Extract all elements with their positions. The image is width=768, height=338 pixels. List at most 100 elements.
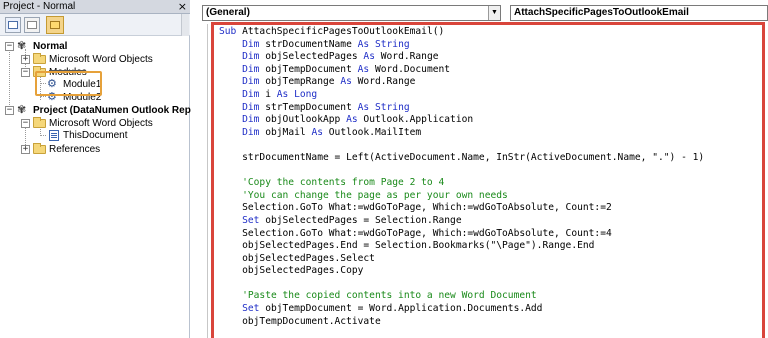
code-keyword: As String [357, 101, 410, 113]
code-line[interactable]: Sub AttachSpecificPagesToOutlookEmail() [219, 26, 704, 39]
code-token: objSelectedPages [265, 51, 364, 63]
code-keyword: As [340, 76, 358, 88]
tree-label: Microsoft Word Objects [49, 54, 153, 65]
code-token: objSelectedPages.Copy [219, 265, 364, 277]
code-token: i [265, 88, 277, 100]
code-keyword: Dim [219, 114, 266, 126]
code-token: objTempRange [265, 76, 341, 88]
code-token: strDocumentName [265, 38, 358, 50]
code-keyword: Dim [219, 88, 266, 100]
code-line[interactable]: Dim objOutlookApp As Outlook.Application [219, 114, 704, 127]
code-line[interactable]: Dim objTempDocument As Word.Document [219, 64, 704, 77]
code-line[interactable]: Selection.GoTo What:=wdGoToPage, Which:=… [219, 202, 704, 215]
code-line[interactable]: Set objSelectedPages = Selection.Range [219, 215, 704, 228]
code-line[interactable]: Dim i As Long [219, 89, 704, 102]
code-line[interactable]: Selection.GoTo What:=wdGoToPage, Which:=… [219, 228, 704, 241]
code-token: objSelectedPages = Selection.Range [265, 214, 462, 226]
code-token: objSelectedPages.End = Selection.Bookmar… [219, 240, 595, 252]
close-icon[interactable]: × [178, 0, 187, 14]
code-line[interactable]: Dim objMail As Outlook.MailItem [219, 127, 704, 140]
chevron-down-icon[interactable]: ▼ [488, 6, 500, 20]
folder-icon [33, 143, 46, 154]
procedure-dropdown[interactable]: AttachSpecificPagesToOutlookEmail [510, 5, 768, 21]
code-line[interactable]: 'You can change the page as per your own… [219, 190, 704, 203]
code-line[interactable] [219, 139, 704, 152]
project-pane-title: Project - Normal [3, 1, 76, 12]
code-token: Outlook.MailItem [328, 126, 422, 138]
code-comment: 'You can change the page as per your own… [219, 189, 508, 201]
code-keyword: As String [357, 38, 410, 50]
view-code-icon[interactable] [5, 17, 21, 33]
project-pane-toolbar [0, 14, 190, 36]
collapse-icon[interactable]: − [21, 119, 30, 128]
code-line[interactable]: objSelectedPages.End = Selection.Bookmar… [219, 240, 704, 253]
code-keyword: Dim [219, 76, 266, 88]
tree-label: ThisDocument [63, 130, 128, 141]
expand-icon[interactable]: + [21, 145, 30, 154]
code-line[interactable] [219, 278, 704, 291]
code-window: (General) ▼ AttachSpecificPagesToOutlook… [197, 0, 768, 338]
toolbar-scrollbar[interactable] [181, 14, 189, 36]
code-line[interactable]: 'Paste the copied contents into a new Wo… [219, 290, 704, 303]
code-line[interactable]: objSelectedPages.Select [219, 253, 704, 266]
code-line[interactable]: Set objTempDocument = Word.Application.D… [219, 303, 704, 316]
code-token: Selection.GoTo What:=wdGoToPage, Which:=… [219, 227, 612, 239]
code-line[interactable]: Dim objTempRange As Word.Range [219, 76, 704, 89]
code-line[interactable]: objTempDocument.Activate [219, 316, 704, 329]
modules-strikethrough [49, 70, 85, 71]
code-token: objTempDocument [265, 63, 358, 75]
code-token: objMail [265, 126, 312, 138]
code-line[interactable]: 'Copy the contents from Page 2 to 4 [219, 177, 704, 190]
tree-label: References [49, 144, 101, 155]
code-token: strTempDocument [265, 101, 358, 113]
tree-node-project2[interactable]: − ✾ Project (DataNumen Outlook Rep [0, 103, 191, 117]
code-line[interactable] [219, 165, 704, 178]
view-object-icon[interactable] [24, 17, 40, 33]
expand-icon[interactable]: + [21, 55, 30, 64]
toggle-folders-icon[interactable] [46, 16, 64, 34]
code-keyword: Sub [219, 26, 243, 37]
code-keyword: As [346, 114, 364, 126]
code-keyword: As [357, 63, 375, 75]
code-token: objTempDocument = Word.Application.Docum… [265, 303, 543, 315]
code-token: Outlook.Application [363, 114, 474, 126]
collapse-icon[interactable]: − [5, 42, 14, 51]
tree-node-this-document[interactable]: ThisDocument [0, 129, 190, 142]
code-keyword: Dim [219, 51, 266, 63]
code-comment: 'Copy the contents from Page 2 to 4 [219, 177, 445, 189]
code-line[interactable]: Dim strTempDocument As String [219, 102, 704, 115]
vba-project-icon: ✾ [17, 39, 27, 52]
project-pane-titlebar: Project - Normal × [0, 0, 190, 14]
tree-node-word-objects[interactable]: + Microsoft Word Objects [0, 53, 190, 66]
code-keyword: Set [219, 214, 266, 226]
code-keyword: Dim [219, 101, 266, 113]
module1-highlight [35, 71, 102, 96]
code-token: AttachSpecificPagesToOutlookEmail() [242, 26, 445, 37]
code-line[interactable]: objSelectedPages.Copy [219, 265, 704, 278]
code-line[interactable]: Dim objSelectedPages As Word.Range [219, 51, 704, 64]
vba-project-icon: ✾ [17, 103, 27, 116]
code-keyword: Dim [219, 63, 266, 75]
code-token: Word.Range [357, 76, 416, 88]
collapse-icon[interactable]: − [5, 106, 14, 115]
code-token: strDocumentName = Left(ActiveDocument.Na… [219, 151, 705, 163]
code-token: Word.Range [380, 51, 439, 63]
code-keyword: Dim [219, 38, 266, 50]
tree-node-references[interactable]: + References [0, 143, 190, 156]
code-text[interactable]: Sub AttachSpecificPagesToOutlookEmail() … [219, 26, 704, 328]
procedure-dropdown-value: AttachSpecificPagesToOutlookEmail [514, 7, 689, 18]
code-keyword: Set [219, 303, 266, 315]
collapse-icon[interactable]: − [21, 68, 30, 77]
folder-icon [33, 53, 46, 64]
code-line[interactable]: Dim strDocumentName As String [219, 39, 704, 52]
code-line[interactable]: strDocumentName = Left(ActiveDocument.Na… [219, 152, 704, 165]
code-token: objTempDocument.Activate [219, 315, 381, 327]
folder-icon [33, 117, 46, 128]
project-explorer-pane: Project - Normal × − ✾ Normal + Microsof… [0, 0, 191, 338]
code-keyword: As [311, 126, 329, 138]
tree-label: Project (DataNumen Outlook Rep [33, 105, 191, 116]
code-token: Word.Document [374, 63, 451, 75]
object-dropdown[interactable]: (General) ▼ [202, 5, 501, 21]
code-keyword: Dim [219, 126, 266, 138]
tree-node-normal[interactable]: − ✾ Normal [0, 40, 190, 53]
